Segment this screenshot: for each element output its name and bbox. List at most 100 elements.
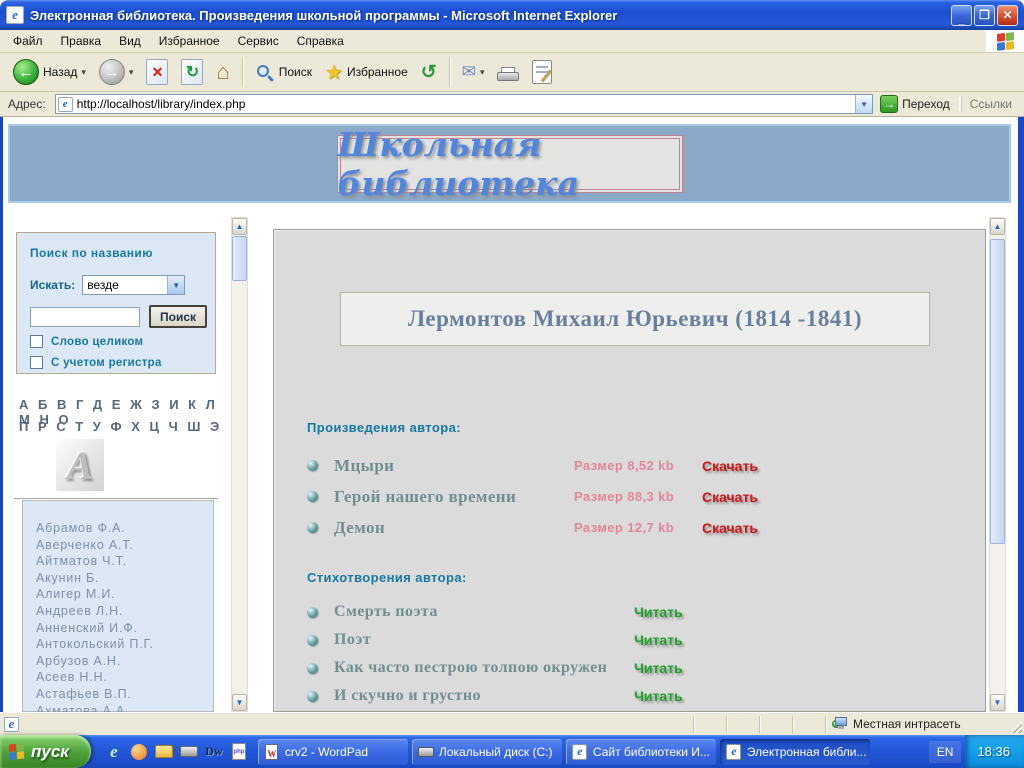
work-title-link[interactable]: Герой нашего времени	[334, 487, 574, 507]
security-zone: Местная интрасеть	[825, 716, 1010, 733]
scroll-down-icon[interactable]: ▼	[232, 694, 247, 711]
author-link[interactable]: Асеев Н.Н.	[36, 669, 213, 686]
back-caret-icon[interactable]: ▾	[81, 67, 86, 78]
poem-row: Смерть поэта Читать	[307, 598, 975, 626]
taskbar-button-wordpad[interactable]: W crv2 - WordPad	[258, 739, 408, 765]
menu-edit[interactable]: Правка	[52, 31, 111, 51]
toolbar-separator	[242, 57, 243, 87]
refresh-button[interactable]: ↻	[176, 57, 208, 87]
history-button[interactable]: ↺	[416, 59, 442, 86]
read-link[interactable]: Читать	[634, 604, 683, 620]
forward-icon: →	[99, 59, 125, 85]
taskbar-button-ebook-active[interactable]: e Электронная библи...	[720, 739, 870, 765]
alphabet-links-row2[interactable]: П Р С Т У Ф Х Ц Ч Ш Э	[19, 419, 222, 434]
status-pane	[759, 716, 792, 733]
taskbar-button-local-disk[interactable]: Локальный диск (C:)	[412, 739, 562, 765]
scroll-down-icon[interactable]: ▼	[990, 694, 1005, 711]
main-scroll-thumb[interactable]	[990, 239, 1005, 544]
minimize-button[interactable]: _	[951, 5, 972, 26]
sidebar-scroll-thumb[interactable]	[232, 236, 247, 281]
edit-button[interactable]	[527, 58, 557, 86]
links-label[interactable]: Ссылки	[961, 97, 1020, 111]
menu-file[interactable]: Файл	[4, 31, 52, 51]
menu-help[interactable]: Справка	[288, 31, 353, 51]
favorites-label: Избранное	[347, 65, 408, 79]
author-link[interactable]: Анненский И.Ф.	[36, 620, 213, 637]
print-button[interactable]	[492, 60, 524, 85]
author-link[interactable]: Ахматова А.А.	[36, 703, 213, 712]
author-header-box: Лермонтов Михаил Юрьевич (1814 -1841)	[340, 292, 930, 346]
search-submit-button[interactable]: Поиск	[149, 305, 207, 328]
author-list: Абрамов Ф.А. Аверченко А.Т. Айтматов Ч.Т…	[22, 500, 214, 712]
language-indicator[interactable]: EN	[929, 741, 962, 763]
php-file-icon[interactable]: php	[230, 743, 248, 761]
author-link[interactable]: Астафьев В.П.	[36, 686, 213, 703]
menu-tools[interactable]: Сервис	[229, 31, 288, 51]
site-banner: Школьная библиотека	[8, 124, 1011, 203]
download-link[interactable]: Скачать	[702, 489, 758, 505]
select-arrow-icon: ▼	[167, 276, 184, 294]
author-link[interactable]: Абрамов Ф.А.	[36, 520, 213, 537]
work-title-link[interactable]: Мцыри	[334, 456, 574, 476]
search-scope-select[interactable]: везде ▼	[82, 275, 185, 295]
main-content: Лермонтов Михаил Юрьевич (1814 -1841) Пр…	[273, 229, 986, 712]
download-link[interactable]: Скачать	[702, 458, 758, 474]
status-pane	[792, 716, 825, 733]
author-link[interactable]: Аверченко А.Т.	[36, 537, 213, 554]
dreamweaver-icon[interactable]: Dw	[205, 743, 223, 761]
media-player-icon[interactable]	[130, 743, 148, 761]
ie-icon: e	[572, 744, 588, 760]
work-size: Размер 88,3 kb	[574, 489, 702, 504]
favorites-button[interactable]: ★ Избранное	[320, 58, 413, 87]
drive-icon[interactable]	[180, 743, 198, 761]
read-link[interactable]: Читать	[634, 632, 683, 648]
resize-grip[interactable]	[1010, 721, 1022, 733]
maximize-button[interactable]: ❐	[974, 5, 995, 26]
address-dropdown-icon[interactable]: ▼	[855, 95, 872, 113]
home-button[interactable]: ⌂	[211, 59, 234, 85]
poem-title-link[interactable]: Поэт	[334, 631, 634, 649]
main-scrollbar[interactable]: ▲ ▼	[989, 217, 1006, 712]
go-label: Переход	[902, 97, 950, 111]
work-title-link[interactable]: Демон	[334, 518, 574, 538]
start-button[interactable]: пуск	[0, 735, 91, 768]
sidebar-scrollbar[interactable]: ▲ ▼	[231, 217, 248, 712]
author-link[interactable]: Акунин Б.	[36, 570, 213, 587]
bullet-icon	[307, 663, 318, 674]
work-size: Размер 12,7 kb	[574, 520, 702, 535]
author-link[interactable]: Антокольский П.Г.	[36, 636, 213, 653]
poem-title-link[interactable]: Как часто пестрою толпою окружен	[334, 659, 634, 677]
folder-icon[interactable]	[155, 743, 173, 761]
scroll-up-icon[interactable]: ▲	[232, 218, 247, 235]
read-link[interactable]: Читать	[634, 688, 683, 704]
poem-title-link[interactable]: И скучно и грустно	[334, 687, 634, 705]
close-button[interactable]: ✕	[997, 5, 1018, 26]
download-link[interactable]: Скачать	[702, 520, 758, 536]
author-link[interactable]: Айтматов Ч.Т.	[36, 553, 213, 570]
scroll-up-icon[interactable]: ▲	[990, 218, 1005, 235]
poem-row: И скучно и грустно Читать	[307, 682, 975, 710]
menu-view[interactable]: Вид	[110, 31, 150, 51]
whole-word-checkbox[interactable]	[30, 335, 43, 348]
stop-button[interactable]: ✕	[141, 57, 173, 87]
go-button[interactable]: → Переход	[878, 94, 956, 114]
case-sensitive-checkbox[interactable]	[30, 356, 43, 369]
read-link[interactable]: Читать	[634, 660, 683, 676]
print-icon	[497, 67, 519, 83]
address-input[interactable]	[73, 97, 855, 111]
poem-title-link[interactable]: Смерть поэта	[334, 603, 634, 621]
mail-button[interactable]: ✉ ▾	[457, 60, 490, 84]
works-heading: Произведения автора:	[307, 420, 461, 435]
search-input[interactable]	[30, 307, 140, 327]
ie-quicklaunch-icon[interactable]: e	[105, 743, 123, 761]
search-button[interactable]: Поиск	[250, 61, 317, 83]
author-link[interactable]: Арбузов А.Н.	[36, 653, 213, 670]
maximize-icon: ❐	[979, 8, 990, 22]
forward-button[interactable]: → ▾	[94, 57, 139, 87]
menu-favorites[interactable]: Избранное	[150, 31, 229, 51]
author-link[interactable]: Алигер М.И.	[36, 586, 213, 603]
taskbar-button-library-site[interactable]: e Сайт библиотеки И...	[566, 739, 716, 765]
taskbar-clock[interactable]: 18:36	[977, 744, 1010, 759]
back-button[interactable]: ← Назад ▾	[8, 57, 91, 87]
author-link[interactable]: Андреев Л.Н.	[36, 603, 213, 620]
